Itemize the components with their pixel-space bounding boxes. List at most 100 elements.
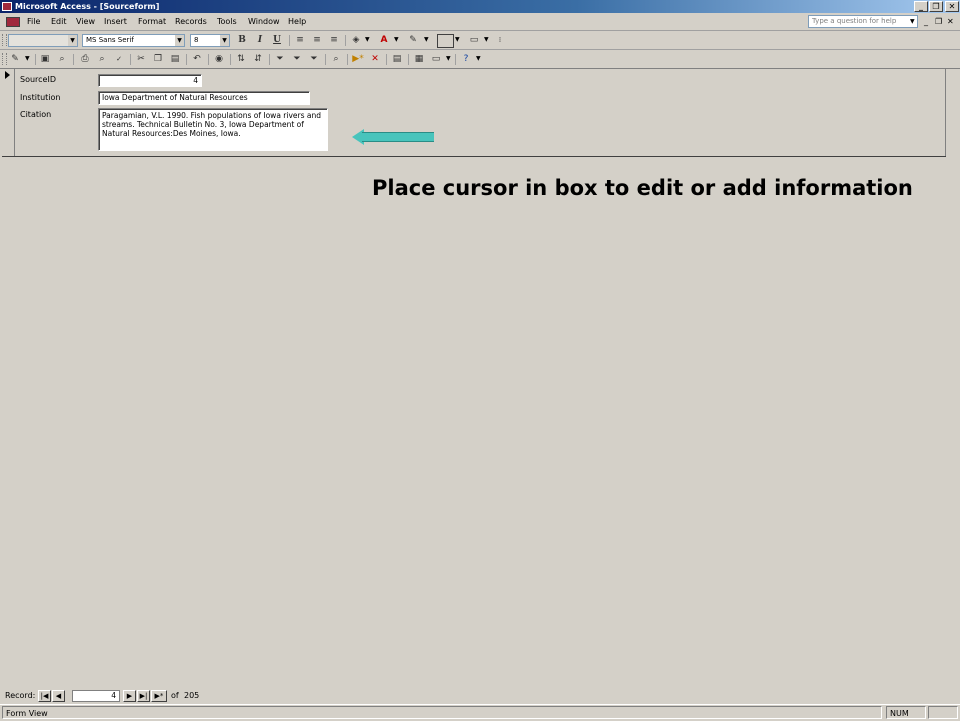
sort-ascending-icon[interactable]: ⇅ — [234, 53, 248, 66]
chevron-down-icon[interactable]: ▼ — [68, 35, 77, 46]
status-bar: Form View NUM — [0, 704, 960, 721]
line-width-icon[interactable]: ▭ — [467, 34, 481, 47]
institution-field[interactable]: Iowa Department of Natural Resources — [98, 91, 310, 105]
doc-close-button[interactable]: ✕ — [947, 17, 954, 26]
toolbar-separator — [455, 54, 456, 65]
toolbar-separator — [325, 54, 326, 65]
menu-insert[interactable]: Insert — [104, 17, 127, 27]
border-icon[interactable] — [437, 34, 454, 48]
find-icon[interactable]: ⌕ — [329, 53, 343, 66]
record-of-label: of — [171, 691, 179, 700]
minimize-button[interactable]: _ — [914, 1, 928, 12]
italic-button[interactable]: I — [253, 34, 267, 47]
institution-label: Institution — [20, 93, 61, 102]
font-size-value: 8 — [194, 36, 199, 44]
menu-window[interactable]: Window — [248, 17, 280, 27]
chevron-down-icon[interactable]: ▼ — [455, 36, 460, 43]
database-window-icon[interactable]: ▦ — [412, 53, 426, 66]
chevron-down-icon[interactable]: ▼ — [175, 35, 184, 46]
menu-edit[interactable]: Edit — [51, 17, 67, 27]
chevron-down-icon[interactable]: ▼ — [476, 55, 481, 62]
print-preview-icon[interactable]: ⌕ — [95, 53, 109, 66]
toolbar-separator — [35, 54, 36, 65]
menu-file[interactable]: File — [27, 17, 40, 27]
menu-format[interactable]: Format — [138, 17, 166, 27]
menu-view[interactable]: View — [76, 17, 95, 27]
insert-hyperlink-icon[interactable]: ◉ — [212, 53, 226, 66]
fill-color-icon[interactable]: ◈ — [349, 34, 363, 47]
font-combo[interactable]: MS Sans Serif ▼ — [82, 34, 185, 47]
ask-question-input[interactable]: Type a question for help — [808, 15, 918, 28]
record-selector[interactable] — [2, 69, 15, 157]
source-id-field[interactable]: 4 — [98, 74, 202, 87]
line-color-icon[interactable]: ✎ — [406, 34, 420, 47]
chevron-down-icon[interactable]: ▼ — [424, 36, 429, 43]
help-icon[interactable]: ? — [459, 53, 473, 66]
toolbar-separator — [186, 54, 187, 65]
underline-button[interactable]: U — [270, 34, 284, 47]
bold-button[interactable]: B — [235, 34, 249, 47]
apply-filter-icon[interactable]: ⏷ — [307, 53, 321, 66]
new-record-button[interactable]: ▶* — [151, 690, 167, 702]
new-record-icon[interactable]: ▶* — [351, 53, 365, 66]
form-document-icon[interactable] — [6, 17, 20, 27]
source-id-label: SourceID — [20, 75, 56, 84]
menu-tools[interactable]: Tools — [217, 17, 237, 27]
chevron-down-icon[interactable]: ▼ — [484, 36, 489, 43]
delete-record-icon[interactable]: ✕ — [368, 53, 382, 66]
form-right-edge — [945, 69, 946, 157]
form-detail-bottom — [2, 156, 946, 157]
toolbar-separator — [130, 54, 131, 65]
align-right-icon[interactable]: ≡ — [327, 34, 341, 47]
status-num-lock: NUM — [886, 706, 926, 719]
access-app-icon[interactable] — [2, 2, 12, 11]
form-workspace — [0, 68, 960, 689]
view-icon[interactable]: ✎ — [8, 53, 22, 66]
citation-field[interactable]: Paragamian, V.L. 1990. Fish populations … — [98, 108, 328, 151]
previous-record-button[interactable]: ◀ — [52, 690, 65, 702]
align-left-icon[interactable]: ≡ — [293, 34, 307, 47]
filter-by-form-icon[interactable]: ⏷ — [290, 53, 304, 66]
menu-records[interactable]: Records — [175, 17, 207, 27]
toolbar-options-icon[interactable]: ⁞ — [493, 34, 507, 47]
chevron-down-icon[interactable]: ▼ — [25, 55, 30, 62]
new-object-icon[interactable]: ▭ — [429, 53, 443, 66]
restore-button[interactable]: ❐ — [929, 1, 943, 12]
align-center-icon[interactable]: ≡ — [310, 34, 324, 47]
chevron-down-icon[interactable]: ▼ — [220, 35, 229, 46]
toolbar-separator — [386, 54, 387, 65]
save-icon[interactable]: ▣ — [38, 53, 52, 66]
first-record-button[interactable]: |◀ — [38, 690, 51, 702]
spelling-icon[interactable]: ✓ — [112, 53, 126, 66]
cut-icon[interactable]: ✂ — [134, 53, 148, 66]
next-record-button[interactable]: ▶ — [123, 690, 136, 702]
close-button[interactable]: ✕ — [945, 1, 959, 12]
object-combo[interactable]: ▼ — [8, 34, 78, 47]
sort-descending-icon[interactable]: ⇵ — [251, 53, 265, 66]
font-color-icon[interactable]: A — [377, 34, 391, 47]
toolbar-grip[interactable] — [2, 53, 7, 65]
copy-icon[interactable]: ❐ — [151, 53, 165, 66]
paste-icon[interactable]: ▤ — [168, 53, 182, 66]
undo-icon[interactable]: ↶ — [190, 53, 204, 66]
print-icon[interactable]: ⎙ — [78, 53, 92, 66]
chevron-down-icon[interactable]: ▼ — [394, 36, 399, 43]
toolbar-separator — [347, 54, 348, 65]
current-record-input[interactable]: 4 — [72, 690, 120, 702]
filter-by-selection-icon[interactable]: ⏷ — [273, 53, 287, 66]
font-size-combo[interactable]: 8 ▼ — [190, 34, 230, 47]
doc-minimize-button[interactable]: _ — [924, 17, 928, 26]
toolbar-grip[interactable] — [2, 34, 7, 46]
chevron-down-icon[interactable]: ▼ — [446, 55, 451, 62]
search-files-icon[interactable]: ⌕ — [55, 53, 69, 66]
help-dropdown-icon[interactable]: ▼ — [910, 18, 915, 25]
chevron-down-icon[interactable]: ▼ — [365, 36, 370, 43]
window-title: Microsoft Access - [Sourceform] — [15, 2, 160, 11]
citation-label: Citation — [20, 110, 52, 119]
doc-restore-button[interactable]: ❐ — [935, 17, 942, 26]
title-bar[interactable]: Microsoft Access - [Sourceform] _ ❐ ✕ — [0, 0, 960, 13]
properties-icon[interactable]: ▤ — [390, 53, 404, 66]
menu-help[interactable]: Help — [288, 17, 306, 27]
annotation-arrow-icon — [362, 132, 434, 142]
last-record-button[interactable]: ▶| — [137, 690, 150, 702]
